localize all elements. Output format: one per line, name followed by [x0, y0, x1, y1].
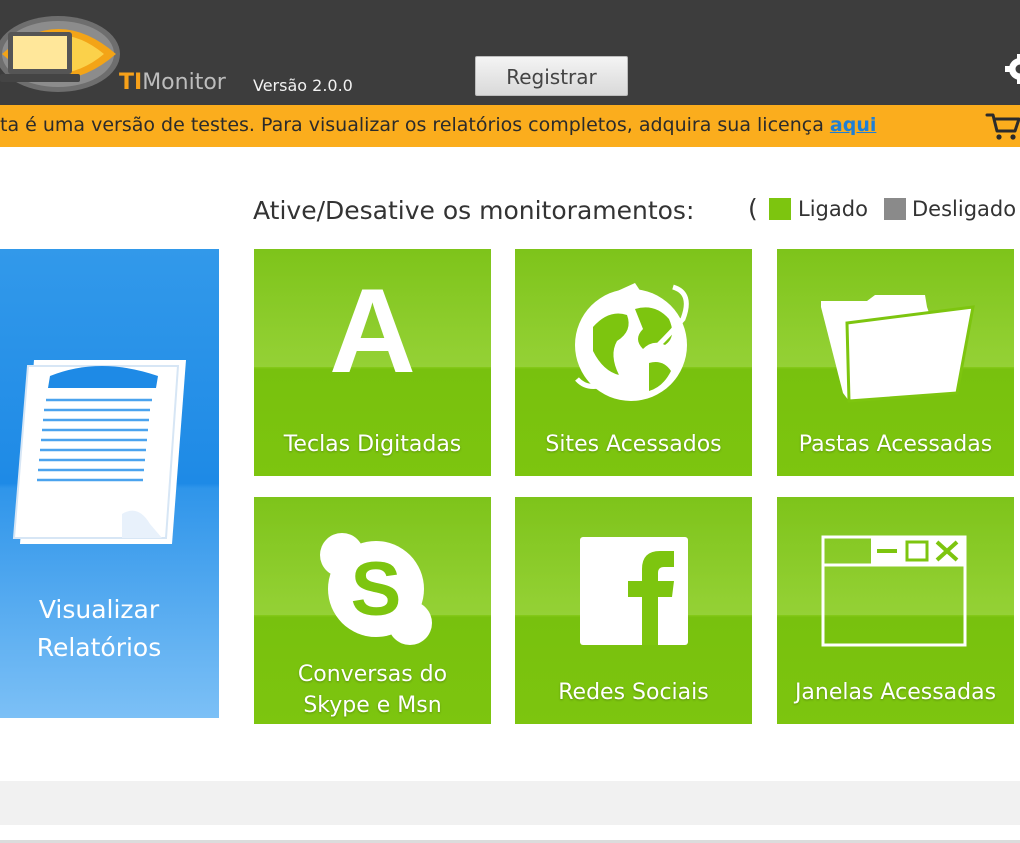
skype-icon: S — [320, 533, 432, 645]
tile-social-label: Redes Sociais — [558, 680, 709, 705]
document-icon — [12, 360, 186, 544]
svg-text:S: S — [351, 547, 402, 632]
tile-social[interactable]: Redes Sociais — [515, 497, 752, 724]
tile-keystrokes-label: Teclas Digitadas — [283, 432, 462, 457]
globe-icon — [575, 283, 689, 401]
legend-on-label: Ligado — [798, 197, 868, 221]
brand-name: Monitor — [142, 70, 226, 95]
tile-windows[interactable]: Janelas Acessadas — [777, 497, 1014, 724]
version-label: Versão 2.0.0 — [253, 76, 353, 95]
window-icon — [821, 535, 967, 647]
title-bar: TIMonitor Versão 2.0.0 Registrar — [0, 0, 1020, 105]
app-logo-icon — [0, 16, 120, 92]
monitor-prompt: Ative/Desative os monitoramentos: — [253, 196, 695, 225]
cart-icon[interactable] — [985, 111, 1020, 141]
tile-sites-label: Sites Acessados — [545, 432, 722, 457]
view-reports-line1: Visualizar — [38, 595, 160, 624]
tile-folders-label: Pastas Acessadas — [798, 432, 993, 457]
legend-off-label: Desligado — [912, 197, 1017, 221]
tile-skype[interactable]: S Conversas do Skype e Msn — [254, 497, 491, 724]
tile-skype-line2: Skype e Msn — [303, 693, 442, 718]
brand-ti: TI — [119, 70, 143, 95]
gear-icon[interactable] — [1003, 52, 1020, 86]
view-reports-label: Visualizar Relatórios — [0, 591, 198, 667]
buy-license-link[interactable]: aqui — [830, 114, 876, 136]
view-reports-line2: Relatórios — [36, 633, 162, 662]
trial-notice-bar: ta é uma versão de testes. Para visualiz… — [0, 105, 1020, 147]
status-bar — [0, 781, 1020, 825]
trial-notice-message: ta é uma versão de testes. Para visualiz… — [0, 114, 830, 136]
trial-notice-text: ta é uma versão de testes. Para visualiz… — [0, 105, 876, 147]
folder-icon — [821, 295, 975, 403]
legend-off-swatch — [884, 198, 906, 220]
tile-sites[interactable]: Sites Acessados — [515, 249, 752, 476]
tile-skype-line1: Conversas do — [297, 662, 448, 687]
tile-windows-label: Janelas Acessadas — [794, 680, 997, 705]
facebook-icon — [580, 537, 688, 645]
register-button[interactable]: Registrar — [475, 56, 628, 96]
app-brand: TIMonitor — [119, 70, 226, 95]
tile-folders[interactable]: Pastas Acessadas — [777, 249, 1014, 476]
tile-keystrokes[interactable]: A Teclas Digitadas — [254, 249, 491, 476]
legend-paren: ( — [748, 194, 758, 223]
legend-on-swatch — [769, 198, 791, 220]
view-reports-button[interactable]: Visualizar Relatórios — [0, 249, 219, 718]
letter-a-icon: A — [329, 264, 416, 398]
tile-skype-label: Conversas do Skype e Msn — [254, 659, 491, 721]
